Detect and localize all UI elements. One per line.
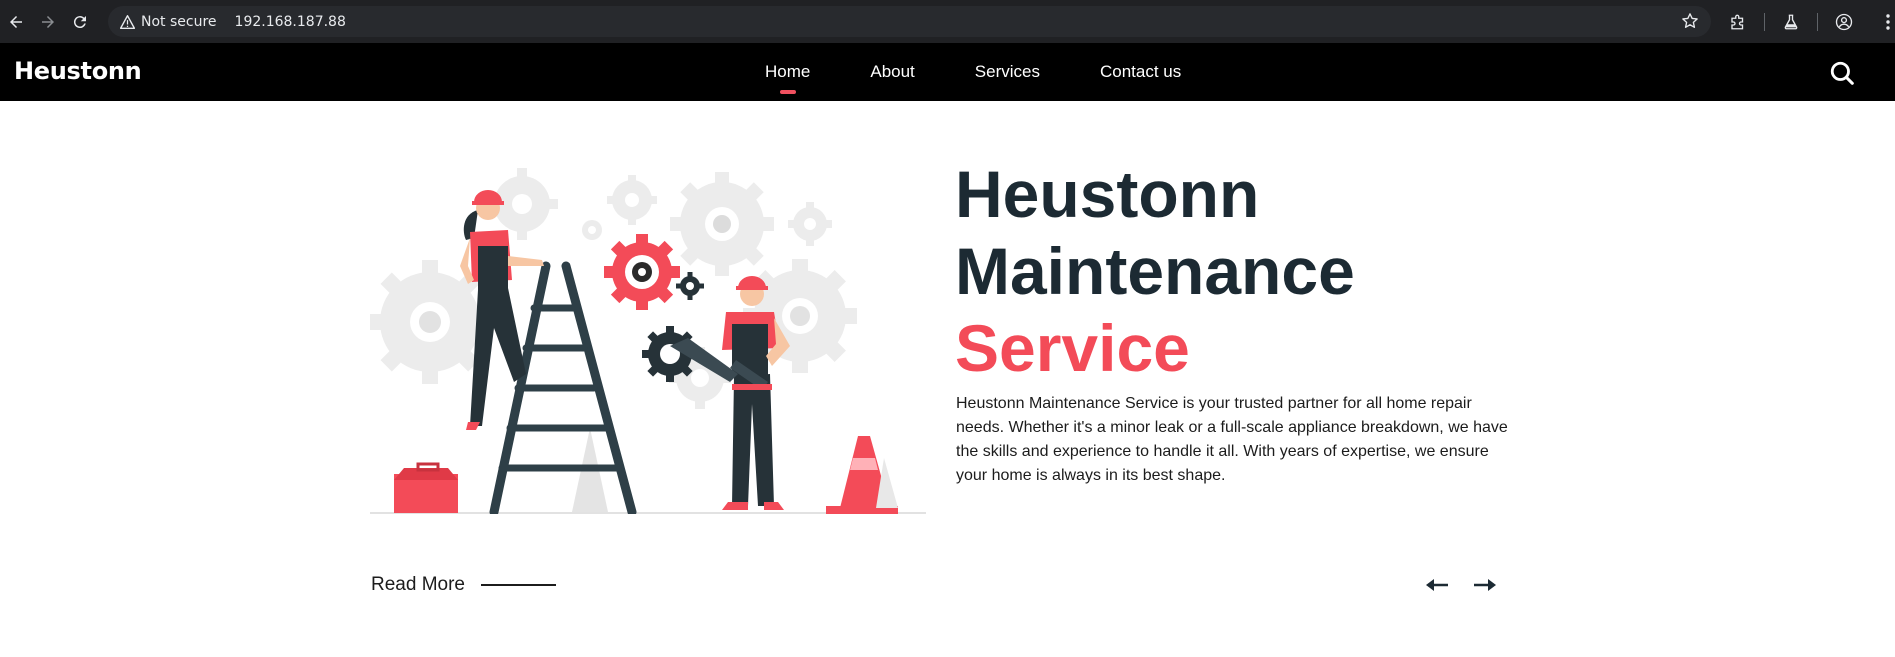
next-arrow-icon[interactable] [1472,576,1498,594]
slider-controls [1424,576,1498,594]
reload-icon [73,15,86,28]
back-button[interactable] [2,8,30,36]
hero-title-accent: Service [955,311,1190,385]
nav-item-home[interactable]: Home [765,62,810,82]
flask-icon [1784,14,1798,29]
security-indicator[interactable]: Not secure [120,14,217,30]
read-more-line [481,584,556,586]
extensions-button[interactable] [1723,7,1753,37]
puzzle-icon [1731,14,1744,29]
reload-button[interactable] [66,8,94,36]
nav-item-about[interactable]: About [870,62,914,82]
hero-description: Heustonn Maintenance Service is your tru… [956,395,1508,484]
main-nav: Home About Services Contact us [765,43,1241,101]
nav-item-contact[interactable]: Contact us [1100,62,1181,82]
read-more-link[interactable]: Read More [371,574,556,596]
kebab-menu-icon [1886,13,1890,30]
toolbar-divider [1817,12,1818,31]
profile-button[interactable] [1829,7,1859,37]
account-circle-icon [1835,13,1853,30]
site-logo[interactable]: Heustonn [14,57,142,85]
site-header: Heustonn Home About Services Contact us [0,43,1895,101]
bookmark-star-icon[interactable] [1681,12,1699,30]
toolbar-divider [1764,12,1765,31]
small-dark-gear [676,272,704,300]
ladder [489,261,637,514]
forward-arrow-icon [42,15,54,28]
toolbox [394,462,458,513]
previous-arrow-icon[interactable] [1424,576,1450,594]
address-bar[interactable]: Not secure 192.168.187.88 [108,6,1711,37]
browser-menu-button[interactable] [1881,7,1895,37]
url-text: 192.168.187.88 [234,13,346,30]
traffic-cone [826,436,898,514]
search-icon[interactable] [1829,60,1855,86]
browser-toolbar: Not secure 192.168.187.88 [0,0,1895,43]
hero-title: Heustonn Maintenance Service [955,156,1355,387]
maintenance-workers-illustration [370,168,926,514]
warning-triangle-icon [120,14,135,29]
hero-title-line-1: Heustonn [955,157,1260,231]
labs-button[interactable] [1776,7,1806,37]
back-arrow-icon [10,15,22,28]
security-label: Not secure [141,13,217,30]
hero-title-line-2: Maintenance [955,234,1355,308]
read-more-label: Read More [371,574,465,595]
forward-button[interactable] [34,8,62,36]
nav-item-services[interactable]: Services [975,62,1040,82]
red-gear [604,234,680,310]
